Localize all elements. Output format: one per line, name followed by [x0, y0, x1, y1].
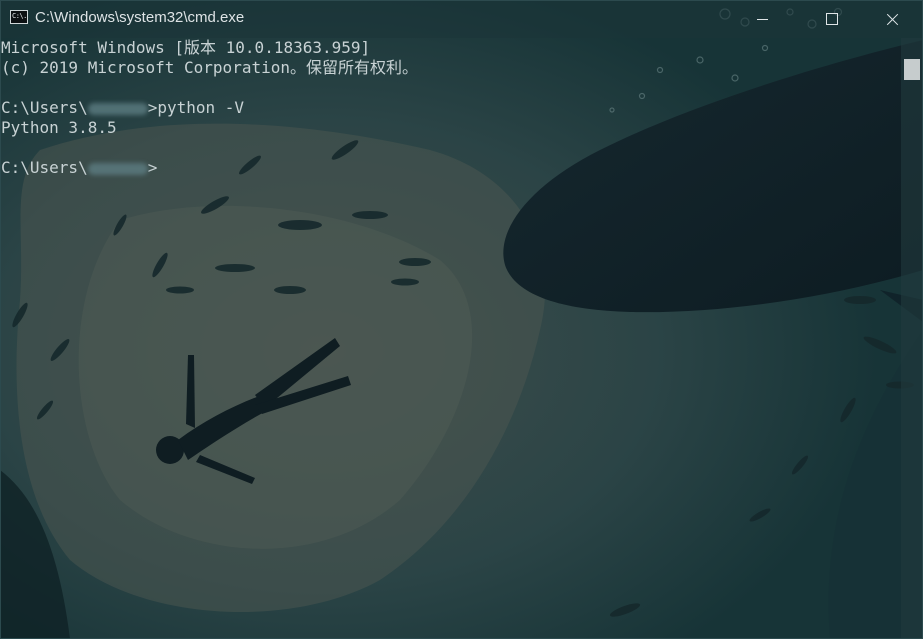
- prompt-path: C:\Users\: [1, 158, 88, 177]
- close-button[interactable]: [869, 0, 915, 38]
- cmd-icon: C:\.: [10, 10, 28, 24]
- prompt-command: >python -V: [147, 98, 245, 117]
- maximize-icon: [826, 13, 838, 25]
- minimize-icon: [756, 19, 768, 20]
- console-line-prompt: C:\Users\ >python -V: [1, 98, 898, 118]
- redacted-username: [87, 102, 148, 115]
- console-line: Python 3.8.5: [1, 118, 117, 137]
- console-line: (c) 2019 Microsoft Corporation。保留所有权利。: [1, 58, 418, 77]
- maximize-button[interactable]: [809, 0, 855, 38]
- redacted-username: [87, 162, 148, 175]
- scrollbar-thumb[interactable]: [904, 59, 920, 80]
- console-line-prompt: C:\Users\ >: [1, 158, 898, 178]
- title-bar[interactable]: C:\. C:\Windows\system32\cmd.exe: [0, 0, 923, 38]
- minimize-button[interactable]: [739, 0, 785, 38]
- console-line: Microsoft Windows [版本 10.0.18363.959]: [1, 38, 371, 57]
- window-title: C:\Windows\system32\cmd.exe: [35, 9, 245, 26]
- console-output[interactable]: Microsoft Windows [版本 10.0.18363.959] (c…: [1, 38, 898, 178]
- close-icon: [886, 13, 899, 26]
- cmd-icon-label: C:\.: [12, 12, 27, 20]
- prompt-command: >: [147, 158, 158, 177]
- vertical-scrollbar[interactable]: [901, 38, 923, 639]
- prompt-path: C:\Users\: [1, 98, 88, 117]
